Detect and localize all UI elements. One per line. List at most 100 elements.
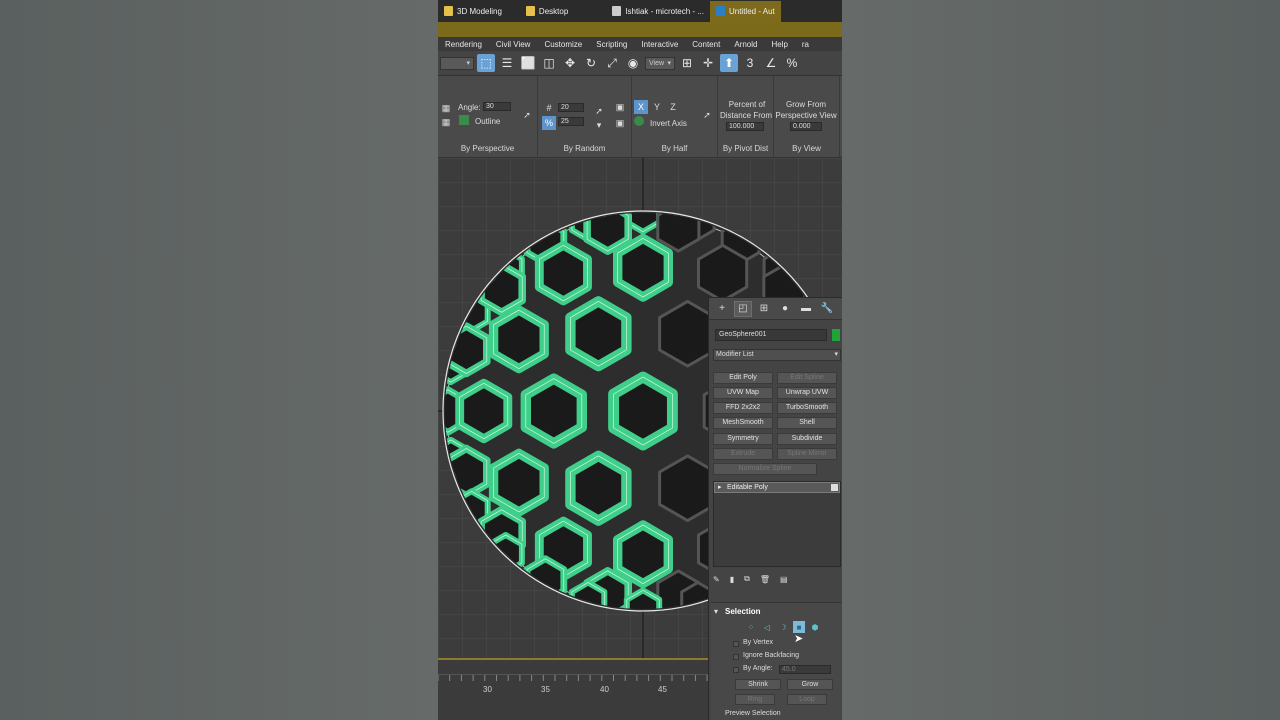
object-color-swatch[interactable] (832, 329, 840, 341)
menu-rendering[interactable]: Rendering (438, 40, 489, 49)
modifier-edit-poly-button[interactable]: Edit Poly (713, 372, 773, 384)
select-by-name-icon[interactable]: ☰ (498, 54, 516, 72)
object-name-field[interactable]: GeoSphere001 (715, 329, 827, 341)
select-manipulate-icon[interactable]: ✛ (699, 54, 717, 72)
modifier-normalize-spline-button[interactable]: Normalize Spline (713, 463, 817, 475)
percent-snap-icon[interactable]: % (783, 54, 801, 72)
make-unique-icon[interactable]: ⧉ (744, 574, 750, 584)
axis-x-button[interactable]: X (634, 100, 648, 114)
menu-scripting[interactable]: Scripting (589, 40, 634, 49)
move-icon[interactable]: ✥ (561, 54, 579, 72)
mesh-hexagon[interactable] (565, 296, 632, 372)
keyboard-shortcut-icon[interactable]: ⬆ (720, 54, 738, 72)
menu-arnold[interactable]: Arnold (727, 40, 764, 49)
modifier-shell-button[interactable]: Shell (777, 417, 837, 429)
reference-coordinate-dropdown[interactable]: View ▾ (645, 56, 675, 70)
motion-tab-icon[interactable]: ● (776, 301, 794, 317)
dropdown-icon[interactable]: ▾ (592, 118, 606, 132)
ring-button[interactable]: Ring (735, 694, 775, 705)
modifier-extrude-button[interactable]: Extrude (713, 448, 773, 460)
hierarchy-tab-icon[interactable]: ⊞ (755, 301, 773, 317)
mesh-hexagon[interactable] (608, 371, 678, 451)
vertex-subobject-icon[interactable]: ⁘ (745, 621, 757, 633)
modify-tab-icon[interactable]: ◰ (734, 300, 752, 317)
hash-icon[interactable]: # (542, 101, 556, 115)
remove-modifier-icon[interactable]: 🗑 (760, 575, 770, 584)
mesh-hexagon[interactable] (534, 240, 592, 306)
grid-icon[interactable]: ▦ (439, 101, 453, 115)
mesh-hexagon[interactable] (612, 520, 674, 589)
angle-snap-icon[interactable]: ∠ (762, 54, 780, 72)
modifier-list-dropdown[interactable]: Modifier List ▾ (713, 349, 841, 361)
cursor-icon[interactable]: ➚ (700, 108, 714, 122)
modifier-subdivide-button[interactable]: Subdivide (777, 433, 837, 445)
modifier-ffd-button[interactable]: FFD 2x2x2 (713, 402, 773, 414)
utilities-tab-icon[interactable]: 🔧 (818, 301, 836, 317)
rectangular-selection-icon[interactable]: ⬜ (519, 54, 537, 72)
select-object-icon[interactable]: ⬚ (477, 54, 495, 72)
pivot-center-icon[interactable]: ⊞ (678, 54, 696, 72)
rotate-icon[interactable]: ↻ (582, 54, 600, 72)
menu-interactive[interactable]: Interactive (634, 40, 685, 49)
percent-icon[interactable]: % (542, 116, 556, 130)
stack-item-editable-poly[interactable]: ▸ Editable Poly (714, 482, 840, 493)
mesh-hexagon[interactable] (455, 378, 513, 444)
grow-button[interactable]: Grow (787, 679, 833, 690)
menu-overflow[interactable]: ra (795, 40, 816, 49)
create-tab-icon[interactable]: + (713, 301, 731, 317)
taskbar-tab-desktop[interactable]: Desktop (520, 1, 574, 22)
menu-help[interactable]: Help (764, 40, 794, 49)
menu-content[interactable]: Content (685, 40, 727, 49)
mesh-hexagon[interactable] (697, 243, 749, 303)
snaps-toggle-icon[interactable]: 3 (741, 54, 759, 72)
taskbar-tab-3d-modeling[interactable]: 3D Modeling (438, 1, 508, 22)
menu-civil-view[interactable]: Civil View (489, 40, 538, 49)
mesh-hexagon[interactable] (488, 305, 549, 374)
select-icon[interactable]: ▣ (613, 100, 627, 114)
modifier-edit-spline-button[interactable]: Edit Spline (777, 372, 837, 384)
cursor-icon[interactable]: ➚ (520, 108, 534, 122)
place-icon[interactable]: ◉ (624, 54, 642, 72)
modifier-symmetry-button[interactable]: Symmetry (713, 433, 773, 445)
menu-customize[interactable]: Customize (537, 40, 589, 49)
selection-filter-dropdown[interactable]: ▾ (440, 56, 474, 70)
show-end-result-icon[interactable]: ▮ (730, 575, 734, 584)
mesh-hexagon[interactable] (565, 450, 632, 526)
axis-z-button[interactable]: Z (666, 100, 680, 114)
by-angle-checkbox[interactable] (733, 667, 739, 673)
display-tab-icon[interactable]: ▬ (797, 301, 815, 317)
shrink-button[interactable]: Shrink (735, 679, 781, 690)
loop-button[interactable]: Loop (787, 694, 827, 705)
mesh-hexagon[interactable] (612, 233, 674, 302)
scale-icon[interactable]: ⤢ (603, 54, 621, 72)
ignore-backfacing-checkbox[interactable] (733, 654, 739, 660)
axis-y-button[interactable]: Y (650, 100, 664, 114)
random-count-spinner[interactable]: 20 (558, 103, 584, 112)
stack-toggle-icon[interactable] (831, 484, 838, 491)
cursor-icon[interactable]: ➚ (592, 104, 606, 118)
configure-sets-icon[interactable]: ▤ (780, 575, 788, 584)
modifier-meshsmooth-button[interactable]: MeshSmooth (713, 417, 773, 429)
grid-icon[interactable]: ▦ (439, 115, 453, 129)
expand-arrow-icon[interactable]: ▸ (718, 483, 722, 492)
angle-spinner[interactable]: 30 (483, 102, 511, 111)
select-icon[interactable]: ▣ (613, 116, 627, 130)
modifier-spline-mirror-button[interactable]: Spline Mirror (777, 448, 837, 460)
pin-stack-icon[interactable]: ✎ (713, 575, 720, 584)
taskbar-tab-untitled[interactable]: Untitled - Aut (709, 0, 781, 22)
element-subobject-icon[interactable]: ⬢ (809, 621, 821, 633)
invert-axis-toggle-icon[interactable] (634, 116, 644, 126)
window-crossing-icon[interactable]: ◫ (540, 54, 558, 72)
modifier-turbosmooth-button[interactable]: TurboSmooth (777, 402, 837, 414)
percent-spinner[interactable]: 100.000 (726, 122, 764, 131)
random-percent-spinner[interactable]: 25 (558, 117, 584, 126)
border-subobject-icon[interactable]: ☽ (777, 621, 789, 633)
by-vertex-checkbox[interactable] (733, 641, 739, 647)
outline-toggle-icon[interactable] (459, 115, 469, 125)
modifier-uvw-map-button[interactable]: UVW Map (713, 387, 773, 399)
taskbar-tab-microtech[interactable]: Ishtiak - microtech - ... (606, 1, 710, 22)
angle-threshold-spinner[interactable]: 45.0 (779, 665, 831, 674)
edge-subobject-icon[interactable]: ◁ (761, 621, 773, 633)
collapse-arrow-icon[interactable]: ▾ (714, 607, 718, 616)
modifier-unwrap-uvw-button[interactable]: Unwrap UVW (777, 387, 837, 399)
